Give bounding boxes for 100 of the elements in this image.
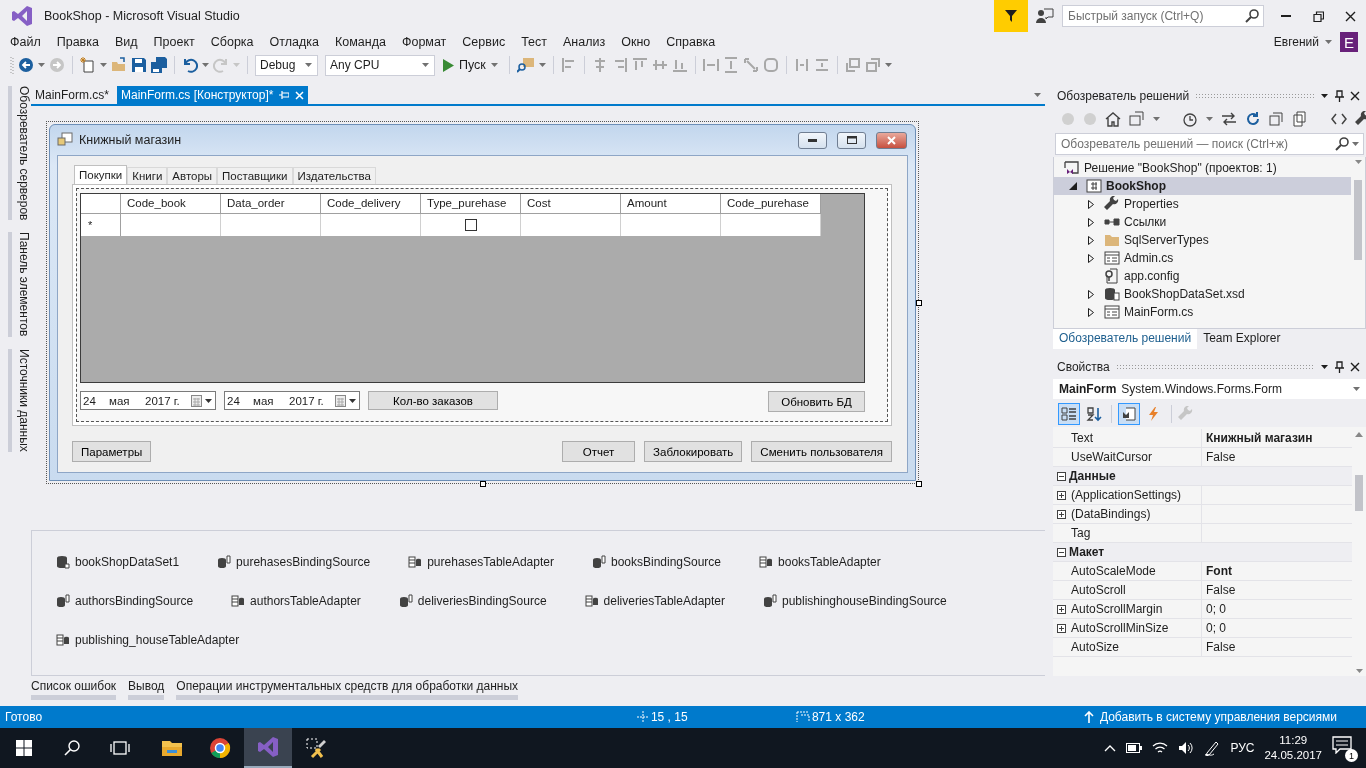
save-icon[interactable]	[131, 57, 147, 73]
property-value[interactable]: Книжный магазин	[1206, 431, 1313, 445]
chevron-up-icon[interactable]	[1104, 744, 1117, 752]
column-header[interactable]: Cost	[521, 194, 621, 214]
form-button[interactable]: Заблокировать	[644, 441, 743, 462]
menu-item[interactable]: Справка	[658, 35, 724, 49]
browser-icon[interactable]	[208, 736, 232, 760]
grid-cell[interactable]	[521, 214, 621, 236]
component-item[interactable]: authorsTableAdapter	[231, 592, 361, 610]
switch-views-icon[interactable]	[1129, 111, 1145, 127]
menu-item[interactable]: Проект	[145, 35, 203, 49]
component-item[interactable]: publishing_houseTableAdapter	[56, 631, 240, 649]
menu-item[interactable]: Правка	[48, 35, 107, 49]
panel-tab[interactable]: Team Explorer	[1197, 329, 1287, 349]
scroll-thumb[interactable]	[1354, 180, 1362, 260]
collapse-arrow-icon[interactable]	[1069, 182, 1077, 190]
platform-dropdown[interactable]: Any CPU	[325, 54, 435, 76]
column-header[interactable]: Code_purehase	[721, 194, 821, 214]
grid-cell[interactable]	[721, 214, 821, 236]
menu-item[interactable]: Файл	[2, 35, 49, 49]
expand-icon[interactable]	[1056, 509, 1066, 519]
property-name[interactable]: AutoScaleMode	[1069, 564, 1201, 578]
component-item[interactable]: purehasesBindingSource	[217, 553, 371, 571]
tree-item[interactable]: MainForm.cs	[1054, 303, 1351, 321]
output-tab[interactable]: Операции инструментальных средств для обработки данных	[176, 677, 519, 700]
form-tab[interactable]: Издательства	[292, 167, 376, 184]
parameters-button[interactable]: Параметры	[72, 441, 152, 462]
caret-icon[interactable]	[349, 398, 356, 403]
property-value[interactable]: False	[1206, 583, 1236, 597]
tree-item[interactable]: SqlServerTypes	[1054, 231, 1351, 249]
tree-item[interactable]: Решение "BookShop" (проектов: 1)	[1054, 159, 1351, 177]
column-header[interactable]: Code_book	[121, 194, 221, 214]
grid-cell[interactable]	[221, 214, 321, 236]
volume-icon[interactable]	[1178, 741, 1195, 755]
start-button[interactable]: Пуск	[439, 58, 502, 72]
grid-cell[interactable]	[121, 214, 221, 236]
caret-icon[interactable]	[205, 398, 212, 403]
collapse-icon[interactable]	[1056, 471, 1066, 481]
form-maximize-button[interactable]	[837, 131, 866, 149]
caret-icon[interactable]	[1321, 94, 1328, 98]
refresh-icon[interactable]	[1245, 111, 1261, 127]
property-name[interactable]: AutoScroll	[1069, 583, 1201, 597]
menu-item[interactable]: Анализ	[555, 35, 614, 49]
form-minimize-button[interactable]	[798, 131, 827, 149]
property-name[interactable]: UseWaitCursor	[1069, 450, 1201, 464]
menu-item[interactable]: Команда	[327, 35, 394, 49]
component-item[interactable]: bookShopDataSet1	[56, 553, 180, 571]
quick-launch-field[interactable]: Быстрый запуск (Ctrl+Q)	[1062, 5, 1264, 27]
form-tab[interactable]: Поставщики	[217, 167, 293, 184]
component-item[interactable]: booksTableAdapter	[759, 553, 881, 571]
output-tab[interactable]: Вывод	[128, 677, 165, 700]
form-close-button[interactable]	[876, 131, 907, 149]
property-name[interactable]: (ApplicationSettings)	[1069, 488, 1201, 502]
close-icon[interactable]	[1350, 91, 1360, 101]
solution-search-field[interactable]: Обозреватель решений — поиск (Ctrl+ж)	[1055, 133, 1364, 155]
property-name[interactable]: Text	[1069, 431, 1201, 445]
source-control-button[interactable]: Добавить в систему управления версиями	[1083, 710, 1337, 724]
output-tab[interactable]: Список ошибок	[31, 677, 117, 700]
wifi-icon[interactable]	[1152, 741, 1169, 755]
view-code-icon[interactable]	[1331, 111, 1347, 127]
property-value[interactable]: False	[1206, 640, 1236, 654]
tree-item[interactable]: Admin.cs	[1054, 249, 1351, 267]
feedback-filter-button[interactable]	[994, 0, 1028, 32]
form-tab[interactable]: Авторы	[167, 167, 218, 184]
tools-icon[interactable]	[304, 736, 328, 760]
tree-item[interactable]: BookShopDataSet.xsd	[1054, 285, 1351, 303]
grid-cell[interactable]	[421, 214, 521, 236]
property-name[interactable]: Tag	[1069, 526, 1201, 540]
scroll-thumb[interactable]	[1355, 475, 1363, 511]
property-value[interactable]: 0; 0	[1206, 602, 1226, 616]
property-value[interactable]: False	[1206, 450, 1236, 464]
find-icon[interactable]	[516, 57, 535, 73]
back-icon[interactable]	[18, 57, 34, 73]
column-header[interactable]: Amount	[621, 194, 721, 214]
new-project-icon[interactable]	[80, 57, 96, 73]
grid-cell[interactable]	[621, 214, 721, 236]
scroll-up-icon[interactable]	[1355, 432, 1363, 437]
column-header[interactable]: Type_purehase	[421, 194, 521, 214]
component-item[interactable]: deliveriesBindingSource	[398, 592, 547, 610]
menu-item[interactable]: Тест	[513, 35, 556, 49]
menu-item[interactable]: Окно	[613, 35, 659, 49]
open-folder-icon[interactable]	[111, 57, 127, 73]
property-value[interactable]: 0; 0	[1206, 621, 1226, 635]
input-language[interactable]: РУС	[1230, 741, 1255, 755]
caret-icon[interactable]	[1321, 365, 1328, 369]
form-tab[interactable]: Покупки	[74, 165, 128, 184]
corner-header[interactable]	[81, 194, 121, 214]
component-item[interactable]: authorsBindingSource	[56, 592, 194, 610]
tree-item[interactable]: BookShop	[1054, 177, 1351, 195]
object-selector[interactable]: MainForm System.Windows.Forms.Form	[1053, 379, 1366, 399]
expand-icon[interactable]	[1056, 604, 1066, 614]
order-count-button[interactable]: Кол-во заказов	[368, 391, 498, 410]
component-item[interactable]: booksBindingSource	[591, 553, 722, 571]
home-icon[interactable]	[1105, 111, 1121, 127]
form-button[interactable]: Сменить пользователя	[751, 441, 892, 462]
component-item[interactable]: purehasesTableAdapter	[408, 553, 554, 571]
expand-icon[interactable]	[1056, 490, 1066, 500]
property-value[interactable]: Font	[1206, 564, 1232, 578]
pin-icon[interactable]	[1334, 90, 1344, 102]
property-name[interactable]: (DataBindings)	[1069, 507, 1201, 521]
